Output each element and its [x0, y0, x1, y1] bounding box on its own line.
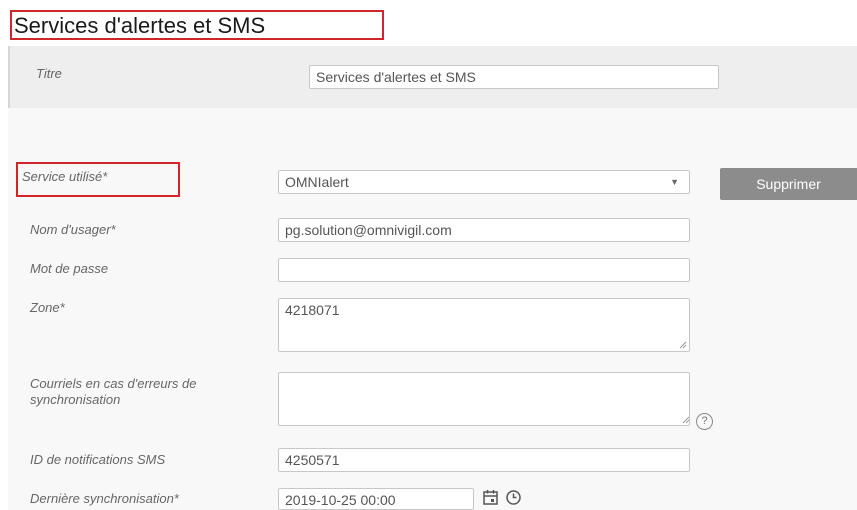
clock-icon[interactable] — [505, 489, 522, 506]
zone-textarea[interactable]: 4218071 — [278, 298, 690, 352]
service-label: Service utilisé* — [22, 169, 108, 184]
zone-label: Zone* — [30, 300, 65, 315]
sync-error-emails-label: Courriels en cas d'erreurs de synchronis… — [30, 376, 197, 407]
sms-notification-id-input[interactable]: 4250571 — [278, 448, 690, 472]
service-select[interactable]: OMNIalert ▼ — [278, 170, 690, 194]
resize-grip-icon[interactable] — [682, 416, 690, 424]
password-label: Mot de passe — [30, 261, 109, 276]
dropdown-arrow-icon: ▼ — [670, 177, 679, 187]
service-select-value: OMNIalert — [285, 174, 349, 190]
zone-value: 4218071 — [285, 302, 340, 318]
sync-error-emails-textarea[interactable] — [278, 372, 690, 426]
last-sync-input[interactable]: 2019-10-25 00:00 — [278, 488, 474, 510]
delete-button[interactable]: Supprimer — [720, 168, 857, 200]
password-input[interactable] — [278, 258, 690, 282]
username-label: Nom d'usager* — [30, 222, 116, 237]
last-sync-label: Dernière synchronisation* — [30, 491, 179, 506]
sms-notification-id-label: ID de notifications SMS — [30, 452, 166, 467]
username-input[interactable]: pg.solution@omnivigil.com — [278, 218, 690, 242]
resize-grip-icon[interactable] — [679, 341, 687, 349]
help-icon[interactable]: ? — [696, 413, 713, 430]
page-title: Services d'alertes et SMS — [10, 10, 384, 40]
title-input[interactable]: Services d'alertes et SMS — [309, 65, 719, 89]
calendar-icon[interactable] — [482, 489, 499, 506]
title-label: Titre — [36, 66, 62, 81]
